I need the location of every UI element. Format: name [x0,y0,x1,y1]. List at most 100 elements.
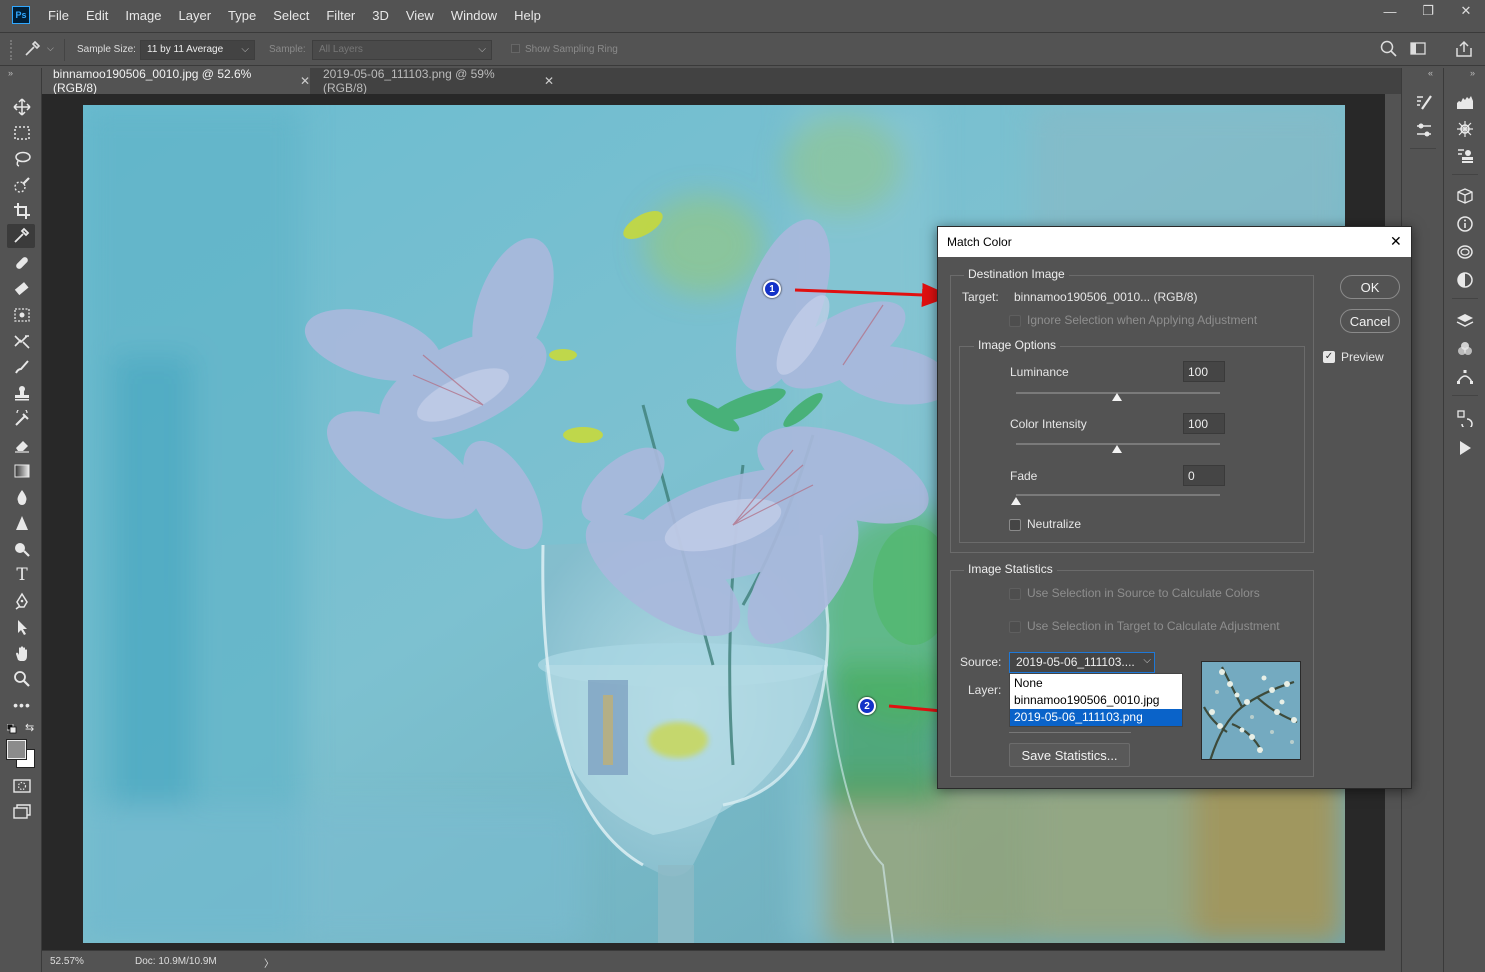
foreground-color-swatch[interactable] [6,739,27,760]
menu-filter[interactable]: Filter [326,8,355,23]
eyedropper-tool-icon[interactable] [7,224,35,248]
menu-type[interactable]: Type [228,8,256,23]
tool-preset-chevron-icon[interactable]: ⌵ [47,43,54,54]
blur-tool-icon[interactable] [11,487,33,507]
close-icon[interactable]: ✕ [1390,233,1402,250]
tab-label: 2019-05-06_111103.png @ 59% (RGB/8) [323,67,495,95]
clone-stamp-tool-icon[interactable] [11,305,33,325]
adjustments-sliders-icon[interactable] [1413,120,1435,140]
menu-window[interactable]: Window [451,8,497,23]
sample-size-select[interactable]: 11 by 11 Average ⌵ [140,40,255,60]
sample-select[interactable]: All Layers ⌵ [312,40,492,60]
use-selection-target-checkbox[interactable] [1009,621,1021,633]
lasso-tool-icon[interactable] [11,149,33,169]
search-icon[interactable] [1379,39,1399,59]
color-intensity-slider-thumb[interactable] [1112,445,1123,453]
brush-tool-icon[interactable] [11,279,33,299]
crop-tool-icon[interactable] [11,201,33,221]
navigator-icon[interactable] [1454,119,1476,139]
more-tools-icon[interactable]: ••• [11,695,33,715]
collapse-icon[interactable]: « [1428,68,1433,78]
sampling-ring-checkbox[interactable] [511,44,520,53]
info-icon[interactable] [1454,214,1476,234]
preview-checkbox[interactable]: ✓ [1323,351,1335,363]
adjustments-icon[interactable] [1454,270,1476,290]
art-history-brush-icon[interactable] [11,409,33,429]
fade-slider-thumb[interactable] [1011,497,1021,505]
use-selection-source-checkbox[interactable] [1009,588,1021,600]
ok-button[interactable]: OK [1340,275,1400,299]
source-option-binnamoo[interactable]: binnamoo190506_0010.jpg [1010,692,1182,709]
marquee-tool-icon[interactable] [11,123,33,143]
libraries-icon[interactable] [1454,242,1476,262]
source-option-none[interactable]: None [1010,675,1182,692]
dialog-title-bar[interactable]: Match Color ✕ [938,227,1411,257]
close-tab-icon[interactable]: ✕ [544,74,554,88]
share-icon[interactable] [1454,39,1474,59]
healing-brush-tool-icon[interactable] [11,253,33,273]
source-option-screenshot[interactable]: 2019-05-06_111103.png [1010,709,1182,726]
annotation-marker-1: 1 [763,280,781,298]
eyedropper-icon[interactable] [22,39,42,59]
hand-tool-icon[interactable] [11,643,33,663]
zoom-level[interactable]: 52.57% [50,956,84,967]
menu-edit[interactable]: Edit [86,8,108,23]
document-tabs: binnamoo190506_0010.jpg @ 52.6% (RGB/8) ✕… [42,67,1401,95]
ignore-selection-checkbox[interactable] [1009,315,1021,327]
default-colors-icon[interactable] [6,723,17,734]
screen-mode-icon[interactable] [11,802,33,822]
eraser-tool-icon[interactable] [11,435,33,455]
quick-mask-icon[interactable] [11,776,33,796]
clone-source-icon[interactable] [1454,146,1476,166]
menu-layer[interactable]: Layer [179,8,212,23]
close-window-button[interactable]: ✕ [1447,0,1485,22]
fade-input[interactable] [1183,465,1225,486]
move-tool-icon[interactable] [11,97,33,117]
brush-settings-icon[interactable] [1413,92,1435,112]
status-menu-arrow-icon[interactable]: 〉 [264,955,274,970]
match-color-dialog: Match Color ✕ Destination Image Target: … [937,226,1412,789]
close-tab-icon[interactable]: ✕ [300,74,310,88]
zoom-tool-icon[interactable] [11,669,33,689]
3d-icon[interactable] [1454,186,1476,206]
collapse-icon[interactable]: » [8,68,13,78]
menu-image[interactable]: Image [125,8,161,23]
tab-screenshot[interactable]: 2019-05-06_111103.png @ 59% (RGB/8) ✕ [312,67,554,95]
luminance-input[interactable] [1183,361,1225,382]
workspace-icon[interactable] [1409,40,1427,58]
pen-tool-icon[interactable] [11,591,33,611]
cancel-button[interactable]: Cancel [1340,309,1400,333]
paint-brush-icon[interactable] [11,357,33,377]
menu-3d[interactable]: 3D [372,8,389,23]
tab-binnamoo[interactable]: binnamoo190506_0010.jpg @ 52.6% (RGB/8) ✕ [42,67,310,95]
menu-view[interactable]: View [406,8,434,23]
sharpen-tool-icon[interactable] [11,513,33,533]
color-intensity-input[interactable] [1183,413,1225,434]
channels-icon[interactable] [1454,339,1476,359]
maximize-button[interactable]: ❐ [1409,0,1447,22]
history-icon[interactable] [1454,408,1476,428]
menu-select[interactable]: Select [273,8,309,23]
luminance-slider-thumb[interactable] [1112,393,1123,401]
type-tool-icon[interactable]: T [11,565,33,585]
layers-icon[interactable] [1454,311,1476,331]
collapse-icon[interactable]: » [1470,68,1475,78]
histogram-icon[interactable] [1454,92,1476,112]
stamp-tool-icon[interactable] [11,383,33,403]
path-selection-tool-icon[interactable] [11,617,33,637]
history-brush-tool-icon[interactable] [11,331,33,351]
paths-icon[interactable] [1454,367,1476,387]
fade-slider[interactable] [1016,494,1220,496]
menu-help[interactable]: Help [514,8,541,23]
menu-file[interactable]: File [48,8,69,23]
quick-selection-tool-icon[interactable] [11,175,33,195]
minimize-button[interactable]: — [1371,0,1409,22]
dodge-tool-icon[interactable] [11,539,33,559]
neutralize-checkbox[interactable] [1009,519,1021,531]
gradient-tool-icon[interactable] [11,461,33,481]
actions-play-icon[interactable] [1454,438,1476,458]
tab-label: binnamoo190506_0010.jpg @ 52.6% (RGB/8) [53,67,252,95]
source-select[interactable]: 2019-05-06_111103.... ⌵ [1009,652,1155,673]
swap-colors-icon[interactable]: ⇆ [25,721,34,734]
save-statistics-button[interactable]: Save Statistics... [1009,743,1130,767]
